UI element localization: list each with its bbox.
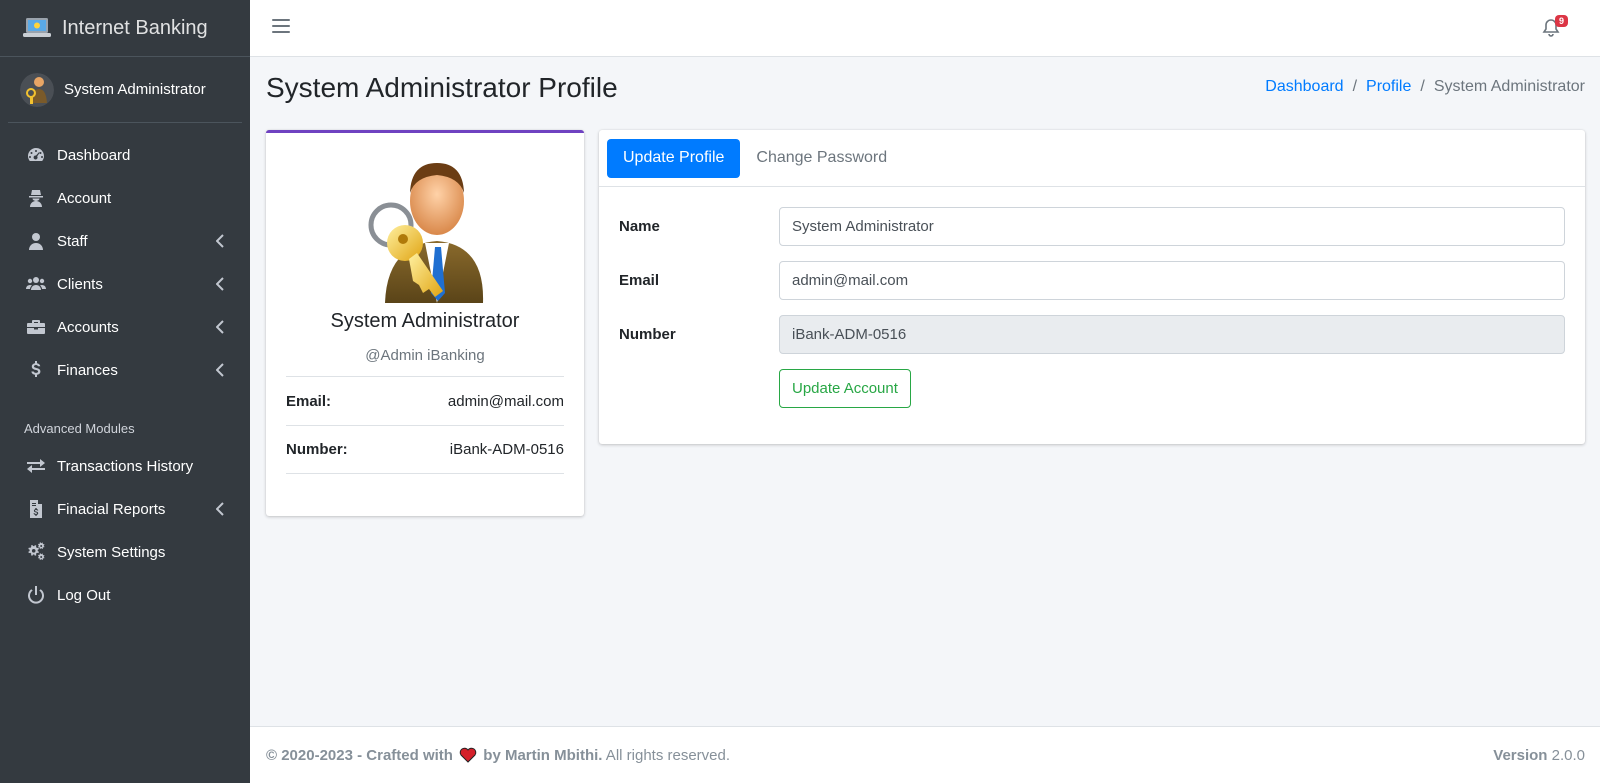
sidebar-item-label: Clients bbox=[57, 275, 103, 293]
page-title: System Administrator Profile bbox=[266, 72, 618, 103]
brand-link[interactable]: Internet Banking bbox=[0, 0, 250, 57]
sidebar-item-logout[interactable]: Log Out bbox=[8, 575, 242, 615]
dollar-icon bbox=[25, 359, 47, 381]
sidebar-item-staff[interactable]: Staff bbox=[8, 221, 242, 261]
breadcrumb-separator: / bbox=[1420, 78, 1425, 95]
profile-number-row: Number: iBank-ADM-0516 bbox=[286, 425, 564, 474]
update-account-button[interactable]: Update Account bbox=[779, 369, 911, 408]
sidebar-item-account[interactable]: Account bbox=[8, 178, 242, 218]
user-tie-icon bbox=[25, 230, 47, 252]
user-secret-icon bbox=[25, 187, 47, 209]
footer-author: by Martin Mbithi. bbox=[483, 746, 603, 764]
update-profile-card: Update Profile Change Password Name Emai… bbox=[599, 130, 1585, 444]
profile-card: System Administrator @Admin iBanking Ema… bbox=[266, 130, 584, 516]
breadcrumb-profile[interactable]: Profile bbox=[1366, 78, 1411, 96]
profile-email-value: admin@mail.com bbox=[447, 392, 564, 410]
breadcrumb-current: System Administrator bbox=[1433, 78, 1585, 95]
sidebar-item-accounts[interactable]: Accounts bbox=[8, 307, 242, 347]
sidebar-item-financial-reports[interactable]: Finacial Reports bbox=[8, 489, 242, 529]
footer-rights: All rights reserved. bbox=[602, 746, 731, 764]
admin-avatar-icon bbox=[20, 72, 54, 107]
sidebar-item-label: Finances bbox=[57, 361, 118, 379]
footer: © 2020-2023 - Crafted with by Martin Mbi… bbox=[250, 726, 1600, 783]
heart-icon bbox=[459, 747, 477, 763]
sidebar-item-label: Account bbox=[57, 189, 112, 207]
sidebar: Internet Banking System Administrator Da… bbox=[0, 0, 250, 783]
tab-change-password[interactable]: Change Password bbox=[740, 139, 903, 178]
sidebar-nav: Dashboard Account Staff Clients Accounts… bbox=[0, 123, 250, 390]
hamburger-menu-icon[interactable] bbox=[272, 19, 290, 37]
footer-version-value: 2.0.0 bbox=[1547, 746, 1585, 764]
user-panel[interactable]: System Administrator bbox=[8, 57, 242, 123]
name-label: Name bbox=[619, 218, 660, 235]
exchange-icon bbox=[25, 455, 47, 477]
name-field[interactable] bbox=[779, 207, 1565, 246]
sidebar-item-finances[interactable]: Finances bbox=[8, 350, 242, 390]
tab-update-profile[interactable]: Update Profile bbox=[607, 138, 741, 178]
notification-bell-icon[interactable]: 9 bbox=[1542, 15, 1568, 38]
chevron-left-icon bbox=[215, 502, 224, 516]
power-off-icon bbox=[25, 584, 47, 606]
chevron-left-icon bbox=[215, 234, 224, 248]
profile-email-label: Email: bbox=[286, 392, 332, 410]
sidebar-item-transactions-history[interactable]: Transactions History bbox=[8, 446, 242, 486]
user-name: System Administrator bbox=[64, 81, 206, 98]
profile-name: System Administrator bbox=[330, 310, 520, 332]
form-row-name: Name bbox=[619, 207, 1565, 246]
chevron-left-icon bbox=[215, 363, 224, 377]
admin-profile-image bbox=[368, 163, 484, 303]
footer-version: Version 2.0.0 bbox=[1493, 747, 1585, 764]
profile-email-row: Email: admin@mail.com bbox=[286, 376, 564, 425]
sidebar-item-label: Transactions History bbox=[57, 457, 194, 475]
number-label: Number bbox=[619, 326, 676, 343]
cogs-icon bbox=[25, 541, 47, 563]
breadcrumb-separator: / bbox=[1352, 78, 1358, 95]
chevron-left-icon bbox=[215, 277, 224, 291]
file-invoice-dollar-icon bbox=[25, 498, 47, 520]
email-label: Email bbox=[619, 272, 660, 289]
sidebar-item-label: System Settings bbox=[57, 543, 166, 561]
profile-number-value: iBank-ADM-0516 bbox=[449, 441, 564, 458]
breadcrumb-dashboard[interactable]: Dashboard bbox=[1265, 78, 1343, 96]
sidebar-item-label: Accounts bbox=[57, 318, 119, 336]
form-row-email: Email bbox=[619, 261, 1565, 300]
sidebar-item-label: Log Out bbox=[57, 586, 111, 604]
form-row-number: Number bbox=[619, 315, 1565, 354]
profile-number-label: Number: bbox=[286, 441, 348, 458]
brand-title: Internet Banking bbox=[62, 16, 208, 39]
sidebar-nav-advanced: Transactions History Finacial Reports Sy… bbox=[0, 446, 250, 615]
sidebar-item-clients[interactable]: Clients bbox=[8, 264, 242, 304]
tachometer-icon bbox=[25, 144, 47, 166]
sidebar-item-label: Dashboard bbox=[57, 146, 131, 164]
account-number-field bbox=[779, 315, 1565, 354]
sidebar-item-system-settings[interactable]: System Settings bbox=[8, 532, 242, 572]
breadcrumb: Dashboard / Profile / System Administrat… bbox=[1265, 78, 1585, 96]
footer-copyright-text: © 2020-2023 - Crafted with bbox=[266, 746, 453, 764]
laptop-icon bbox=[23, 18, 51, 37]
footer-copyright: © 2020-2023 - Crafted with by Martin Mbi… bbox=[266, 747, 730, 764]
profile-handle: @Admin iBanking bbox=[365, 347, 485, 364]
footer-version-label: Version bbox=[1493, 746, 1548, 764]
email-field[interactable] bbox=[779, 261, 1565, 300]
top-navbar: 9 bbox=[250, 0, 1600, 57]
chevron-left-icon bbox=[215, 320, 224, 334]
profile-tabs: Update Profile Change Password bbox=[599, 130, 1585, 187]
users-icon bbox=[25, 273, 47, 295]
sidebar-item-dashboard[interactable]: Dashboard bbox=[8, 135, 242, 175]
sidebar-item-label: Finacial Reports bbox=[57, 500, 166, 518]
nav-section-header: Advanced Modules bbox=[24, 421, 135, 436]
briefcase-icon bbox=[25, 316, 47, 338]
sidebar-item-label: Staff bbox=[57, 232, 88, 250]
notification-badge: 9 bbox=[1554, 15, 1568, 27]
